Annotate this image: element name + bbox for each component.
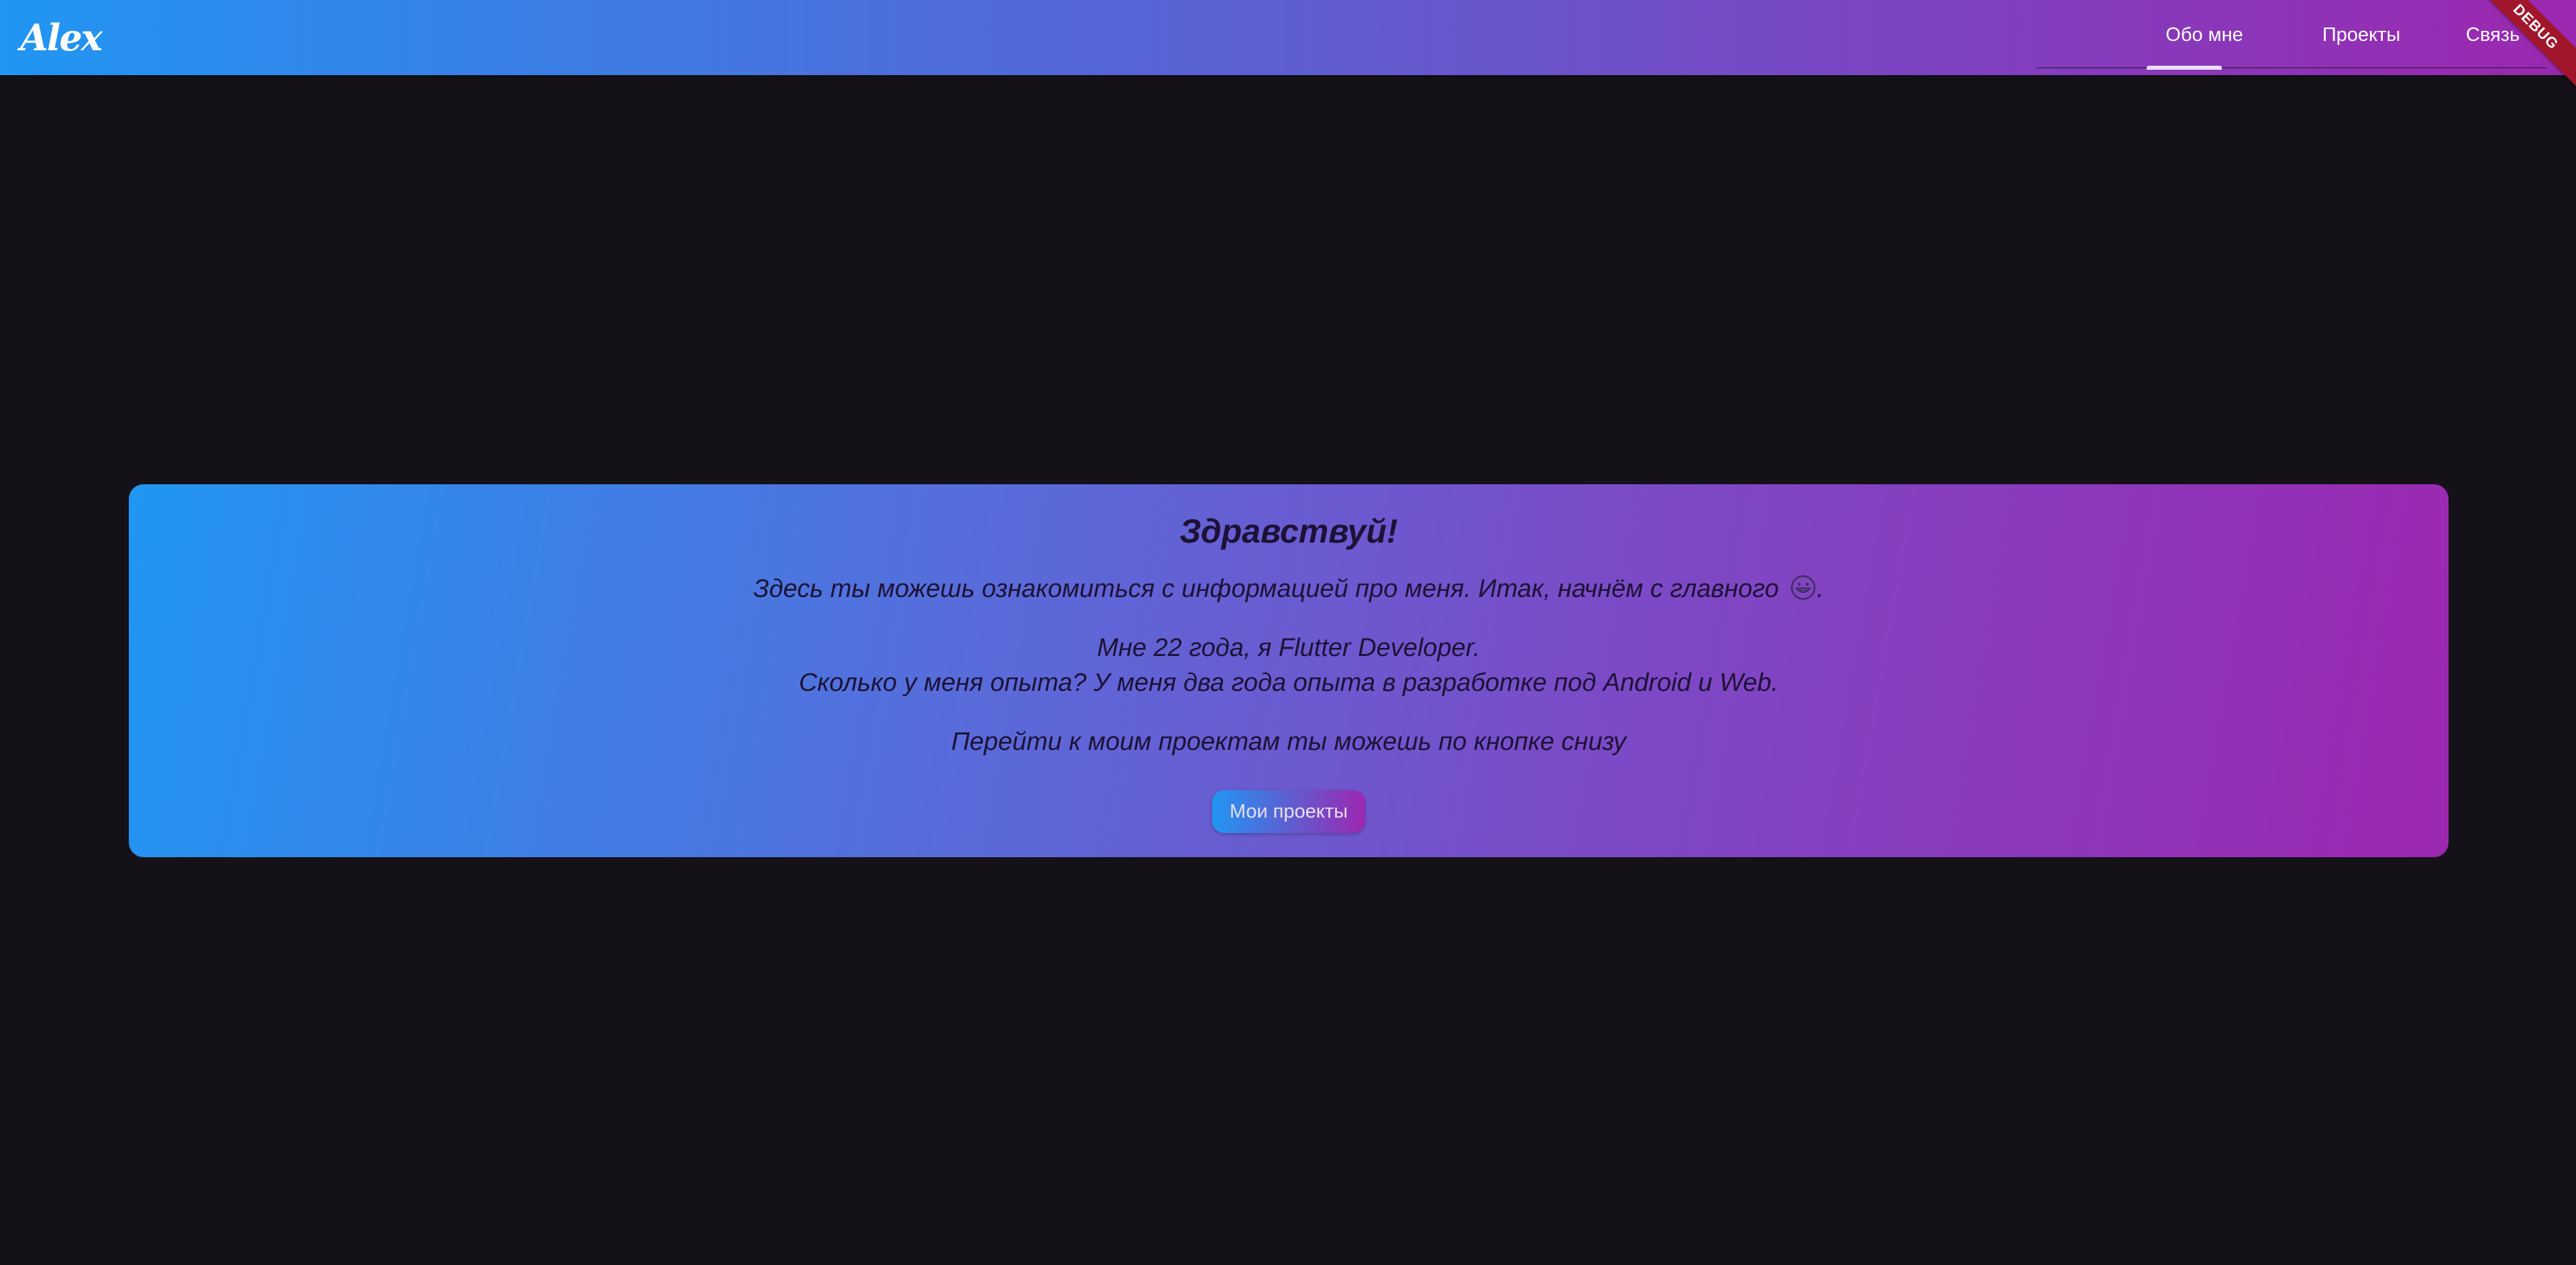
tab-bar: Обо мне Проекты Связь: [2037, 0, 2546, 70]
goto-projects-text: Перейти к моим проектам ты можешь по кно…: [951, 728, 1626, 756]
intro-text: Здесь ты можешь ознакомиться с информаци…: [129, 571, 2449, 606]
grinning-face-icon: [1791, 575, 1816, 600]
age-text: Мне 22 года, я Flutter Developer.: [1097, 634, 1481, 662]
logo: Alex: [20, 16, 103, 59]
greeting-title: Здравствуй!: [1179, 512, 1398, 550]
app-bar: Alex Обо мне Проекты Связь DEBUG: [0, 0, 2576, 99]
tab-about[interactable]: Обо мне: [2137, 0, 2271, 70]
intro-period: .: [1817, 575, 1824, 603]
tab-projects[interactable]: Проекты: [2294, 0, 2428, 70]
experience-text: Сколько у меня опыта? У меня два года оп…: [798, 669, 1779, 697]
my-projects-button[interactable]: Мои проекты: [1212, 790, 1365, 833]
intro-sentence: Здесь ты можешь ознакомиться с информаци…: [753, 575, 1779, 603]
tab-indicator: [2147, 66, 2222, 70]
about-card: Здравствуй! Здесь ты можешь ознакомиться…: [129, 484, 2449, 857]
